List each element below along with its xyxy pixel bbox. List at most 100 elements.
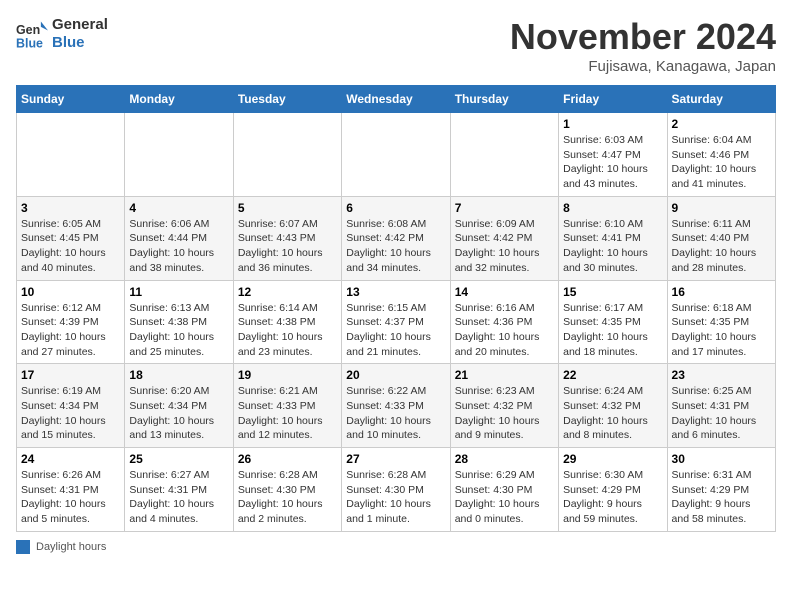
- day-cell: 1Sunrise: 6:03 AM Sunset: 4:47 PM Daylig…: [559, 113, 667, 197]
- day-number: 9: [672, 201, 771, 215]
- day-cell: 25 Sunrise: 6:27 AM Sunset: 4:31 PM Dayli…: [125, 448, 233, 532]
- day-number: 2: [672, 117, 771, 131]
- day-info: Sunrise: 6:04 AM Sunset: 4:46 PM Dayligh…: [672, 133, 771, 192]
- day-number: 21: [455, 368, 554, 382]
- day-info: Sunrise: 6:06 AM Sunset: 4:44 PM Dayligh…: [129, 217, 228, 276]
- day-info: Sunrise: 6:08 AM Sunset: 4:42 PM Dayligh…: [346, 217, 445, 276]
- day-cell: [342, 113, 450, 197]
- day-number: 25: [129, 452, 228, 466]
- day-cell: 11Sunrise: 6:13 AM Sunset: 4:38 PM Dayli…: [125, 280, 233, 364]
- day-cell: 22Sunrise: 6:24 AM Sunset: 4:32 PM Dayli…: [559, 364, 667, 448]
- day-number: 20: [346, 368, 445, 382]
- day-number: 24: [21, 452, 120, 466]
- day-cell: [17, 113, 125, 197]
- day-info: Sunrise: 6:14 AM Sunset: 4:38 PM Dayligh…: [238, 301, 337, 360]
- header-cell-tuesday: Tuesday: [233, 86, 341, 113]
- day-info: Sunrise: 6:05 AM Sunset: 4:45 PM Dayligh…: [21, 217, 120, 276]
- week-row-4: 24Sunrise: 6:26 AM Sunset: 4:31 PM Dayli…: [17, 448, 776, 532]
- day-cell: 27Sunrise: 6:28 AM Sunset: 4:30 PM Dayli…: [342, 448, 450, 532]
- day-number: 27: [346, 452, 445, 466]
- day-number: 15: [563, 285, 662, 299]
- day-info: Sunrise: 6:10 AM Sunset: 4:41 PM Dayligh…: [563, 217, 662, 276]
- day-info: Sunrise: 6:18 AM Sunset: 4:35 PM Dayligh…: [672, 301, 771, 360]
- header-row: SundayMondayTuesdayWednesdayThursdayFrid…: [17, 86, 776, 113]
- day-info: Sunrise: 6:19 AM Sunset: 4:34 PM Dayligh…: [21, 384, 120, 443]
- day-info: Sunrise: 6:27 AM Sunset: 4:31 PM Dayligh…: [129, 468, 228, 527]
- day-number: 7: [455, 201, 554, 215]
- day-cell: 3Sunrise: 6:05 AM Sunset: 4:45 PM Daylig…: [17, 196, 125, 280]
- day-cell: [125, 113, 233, 197]
- day-number: 19: [238, 368, 337, 382]
- day-number: 16: [672, 285, 771, 299]
- day-number: 6: [346, 201, 445, 215]
- day-cell: 30 Sunrise: 6:31 AM Sunset: 4:29 PM Dayli…: [667, 448, 775, 532]
- day-info: Sunrise: 6:24 AM Sunset: 4:32 PM Dayligh…: [563, 384, 662, 443]
- logo-text-line2: Blue: [52, 34, 108, 52]
- day-info: Sunrise: 6:11 AM Sunset: 4:40 PM Dayligh…: [672, 217, 771, 276]
- day-info: Sunrise: 6:03 AM Sunset: 4:47 PM Dayligh…: [563, 133, 662, 192]
- day-cell: [450, 113, 558, 197]
- day-number: 23: [672, 368, 771, 382]
- calendar-header: SundayMondayTuesdayWednesdayThursdayFrid…: [17, 86, 776, 113]
- header-cell-wednesday: Wednesday: [342, 86, 450, 113]
- header-cell-friday: Friday: [559, 86, 667, 113]
- day-cell: 14Sunrise: 6:16 AM Sunset: 4:36 PM Dayli…: [450, 280, 558, 364]
- day-number: 8: [563, 201, 662, 215]
- day-cell: 20 Sunrise: 6:22 AM Sunset: 4:33 PM Dayli…: [342, 364, 450, 448]
- day-cell: 19 Sunrise: 6:21 AM Sunset: 4:33 PM Dayli…: [233, 364, 341, 448]
- svg-text:Blue: Blue: [16, 36, 43, 50]
- logo-text-line1: General: [52, 16, 108, 34]
- header-cell-saturday: Saturday: [667, 86, 775, 113]
- day-number: 18: [129, 368, 228, 382]
- month-title: November 2024: [510, 16, 776, 58]
- day-info: Sunrise: 6:09 AM Sunset: 4:42 PM Dayligh…: [455, 217, 554, 276]
- day-info: Sunrise: 6:17 AM Sunset: 4:35 PM Dayligh…: [563, 301, 662, 360]
- logo: Gen Blue General Blue: [16, 16, 108, 52]
- day-cell: 24Sunrise: 6:26 AM Sunset: 4:31 PM Dayli…: [17, 448, 125, 532]
- logo-icon: Gen Blue: [16, 18, 48, 50]
- day-number: 30: [672, 452, 771, 466]
- week-row-0: 1Sunrise: 6:03 AM Sunset: 4:47 PM Daylig…: [17, 113, 776, 197]
- header-cell-thursday: Thursday: [450, 86, 558, 113]
- week-row-2: 10 Sunrise: 6:12 AM Sunset: 4:39 PM Dayli…: [17, 280, 776, 364]
- day-number: 11: [129, 285, 228, 299]
- legend-label: Daylight hours: [36, 541, 106, 553]
- day-cell: 21 Sunrise: 6:23 AM Sunset: 4:32 PM Dayli…: [450, 364, 558, 448]
- day-info: Sunrise: 6:21 AM Sunset: 4:33 PM Dayligh…: [238, 384, 337, 443]
- day-info: Sunrise: 6:29 AM Sunset: 4:30 PM Dayligh…: [455, 468, 554, 527]
- day-info: Sunrise: 6:15 AM Sunset: 4:37 PM Dayligh…: [346, 301, 445, 360]
- week-row-1: 3Sunrise: 6:05 AM Sunset: 4:45 PM Daylig…: [17, 196, 776, 280]
- day-info: Sunrise: 6:20 AM Sunset: 4:34 PM Dayligh…: [129, 384, 228, 443]
- day-cell: 15 Sunrise: 6:17 AM Sunset: 4:35 PM Dayli…: [559, 280, 667, 364]
- day-info: Sunrise: 6:30 AM Sunset: 4:29 PM Dayligh…: [563, 468, 662, 527]
- day-cell: 23 Sunrise: 6:25 AM Sunset: 4:31 PM Dayli…: [667, 364, 775, 448]
- day-cell: 16 Sunrise: 6:18 AM Sunset: 4:35 PM Dayli…: [667, 280, 775, 364]
- day-cell: 7 Sunrise: 6:09 AM Sunset: 4:42 PM Daylig…: [450, 196, 558, 280]
- legend-icon: [16, 540, 30, 554]
- day-number: 5: [238, 201, 337, 215]
- day-cell: 28Sunrise: 6:29 AM Sunset: 4:30 PM Dayli…: [450, 448, 558, 532]
- day-cell: 5Sunrise: 6:07 AM Sunset: 4:43 PM Daylig…: [233, 196, 341, 280]
- day-number: 14: [455, 285, 554, 299]
- day-info: Sunrise: 6:31 AM Sunset: 4:29 PM Dayligh…: [672, 468, 771, 527]
- day-info: Sunrise: 6:23 AM Sunset: 4:32 PM Dayligh…: [455, 384, 554, 443]
- week-row-3: 17Sunrise: 6:19 AM Sunset: 4:34 PM Dayli…: [17, 364, 776, 448]
- header-cell-monday: Monday: [125, 86, 233, 113]
- day-cell: 12Sunrise: 6:14 AM Sunset: 4:38 PM Dayli…: [233, 280, 341, 364]
- header-cell-sunday: Sunday: [17, 86, 125, 113]
- day-cell: 18 Sunrise: 6:20 AM Sunset: 4:34 PM Dayli…: [125, 364, 233, 448]
- day-cell: 8 Sunrise: 6:10 AM Sunset: 4:41 PM Daylig…: [559, 196, 667, 280]
- svg-text:Gen: Gen: [16, 23, 40, 37]
- calendar-table: SundayMondayTuesdayWednesdayThursdayFrid…: [16, 85, 776, 532]
- day-info: Sunrise: 6:12 AM Sunset: 4:39 PM Dayligh…: [21, 301, 120, 360]
- calendar-body: 1Sunrise: 6:03 AM Sunset: 4:47 PM Daylig…: [17, 113, 776, 532]
- day-info: Sunrise: 6:22 AM Sunset: 4:33 PM Dayligh…: [346, 384, 445, 443]
- day-info: Sunrise: 6:25 AM Sunset: 4:31 PM Dayligh…: [672, 384, 771, 443]
- legend: Daylight hours: [16, 540, 776, 554]
- day-cell: 4Sunrise: 6:06 AM Sunset: 4:44 PM Daylig…: [125, 196, 233, 280]
- day-cell: 13Sunrise: 6:15 AM Sunset: 4:37 PM Dayli…: [342, 280, 450, 364]
- day-cell: 29Sunrise: 6:30 AM Sunset: 4:29 PM Dayli…: [559, 448, 667, 532]
- day-number: 10: [21, 285, 120, 299]
- day-number: 26: [238, 452, 337, 466]
- day-cell: 26Sunrise: 6:28 AM Sunset: 4:30 PM Dayli…: [233, 448, 341, 532]
